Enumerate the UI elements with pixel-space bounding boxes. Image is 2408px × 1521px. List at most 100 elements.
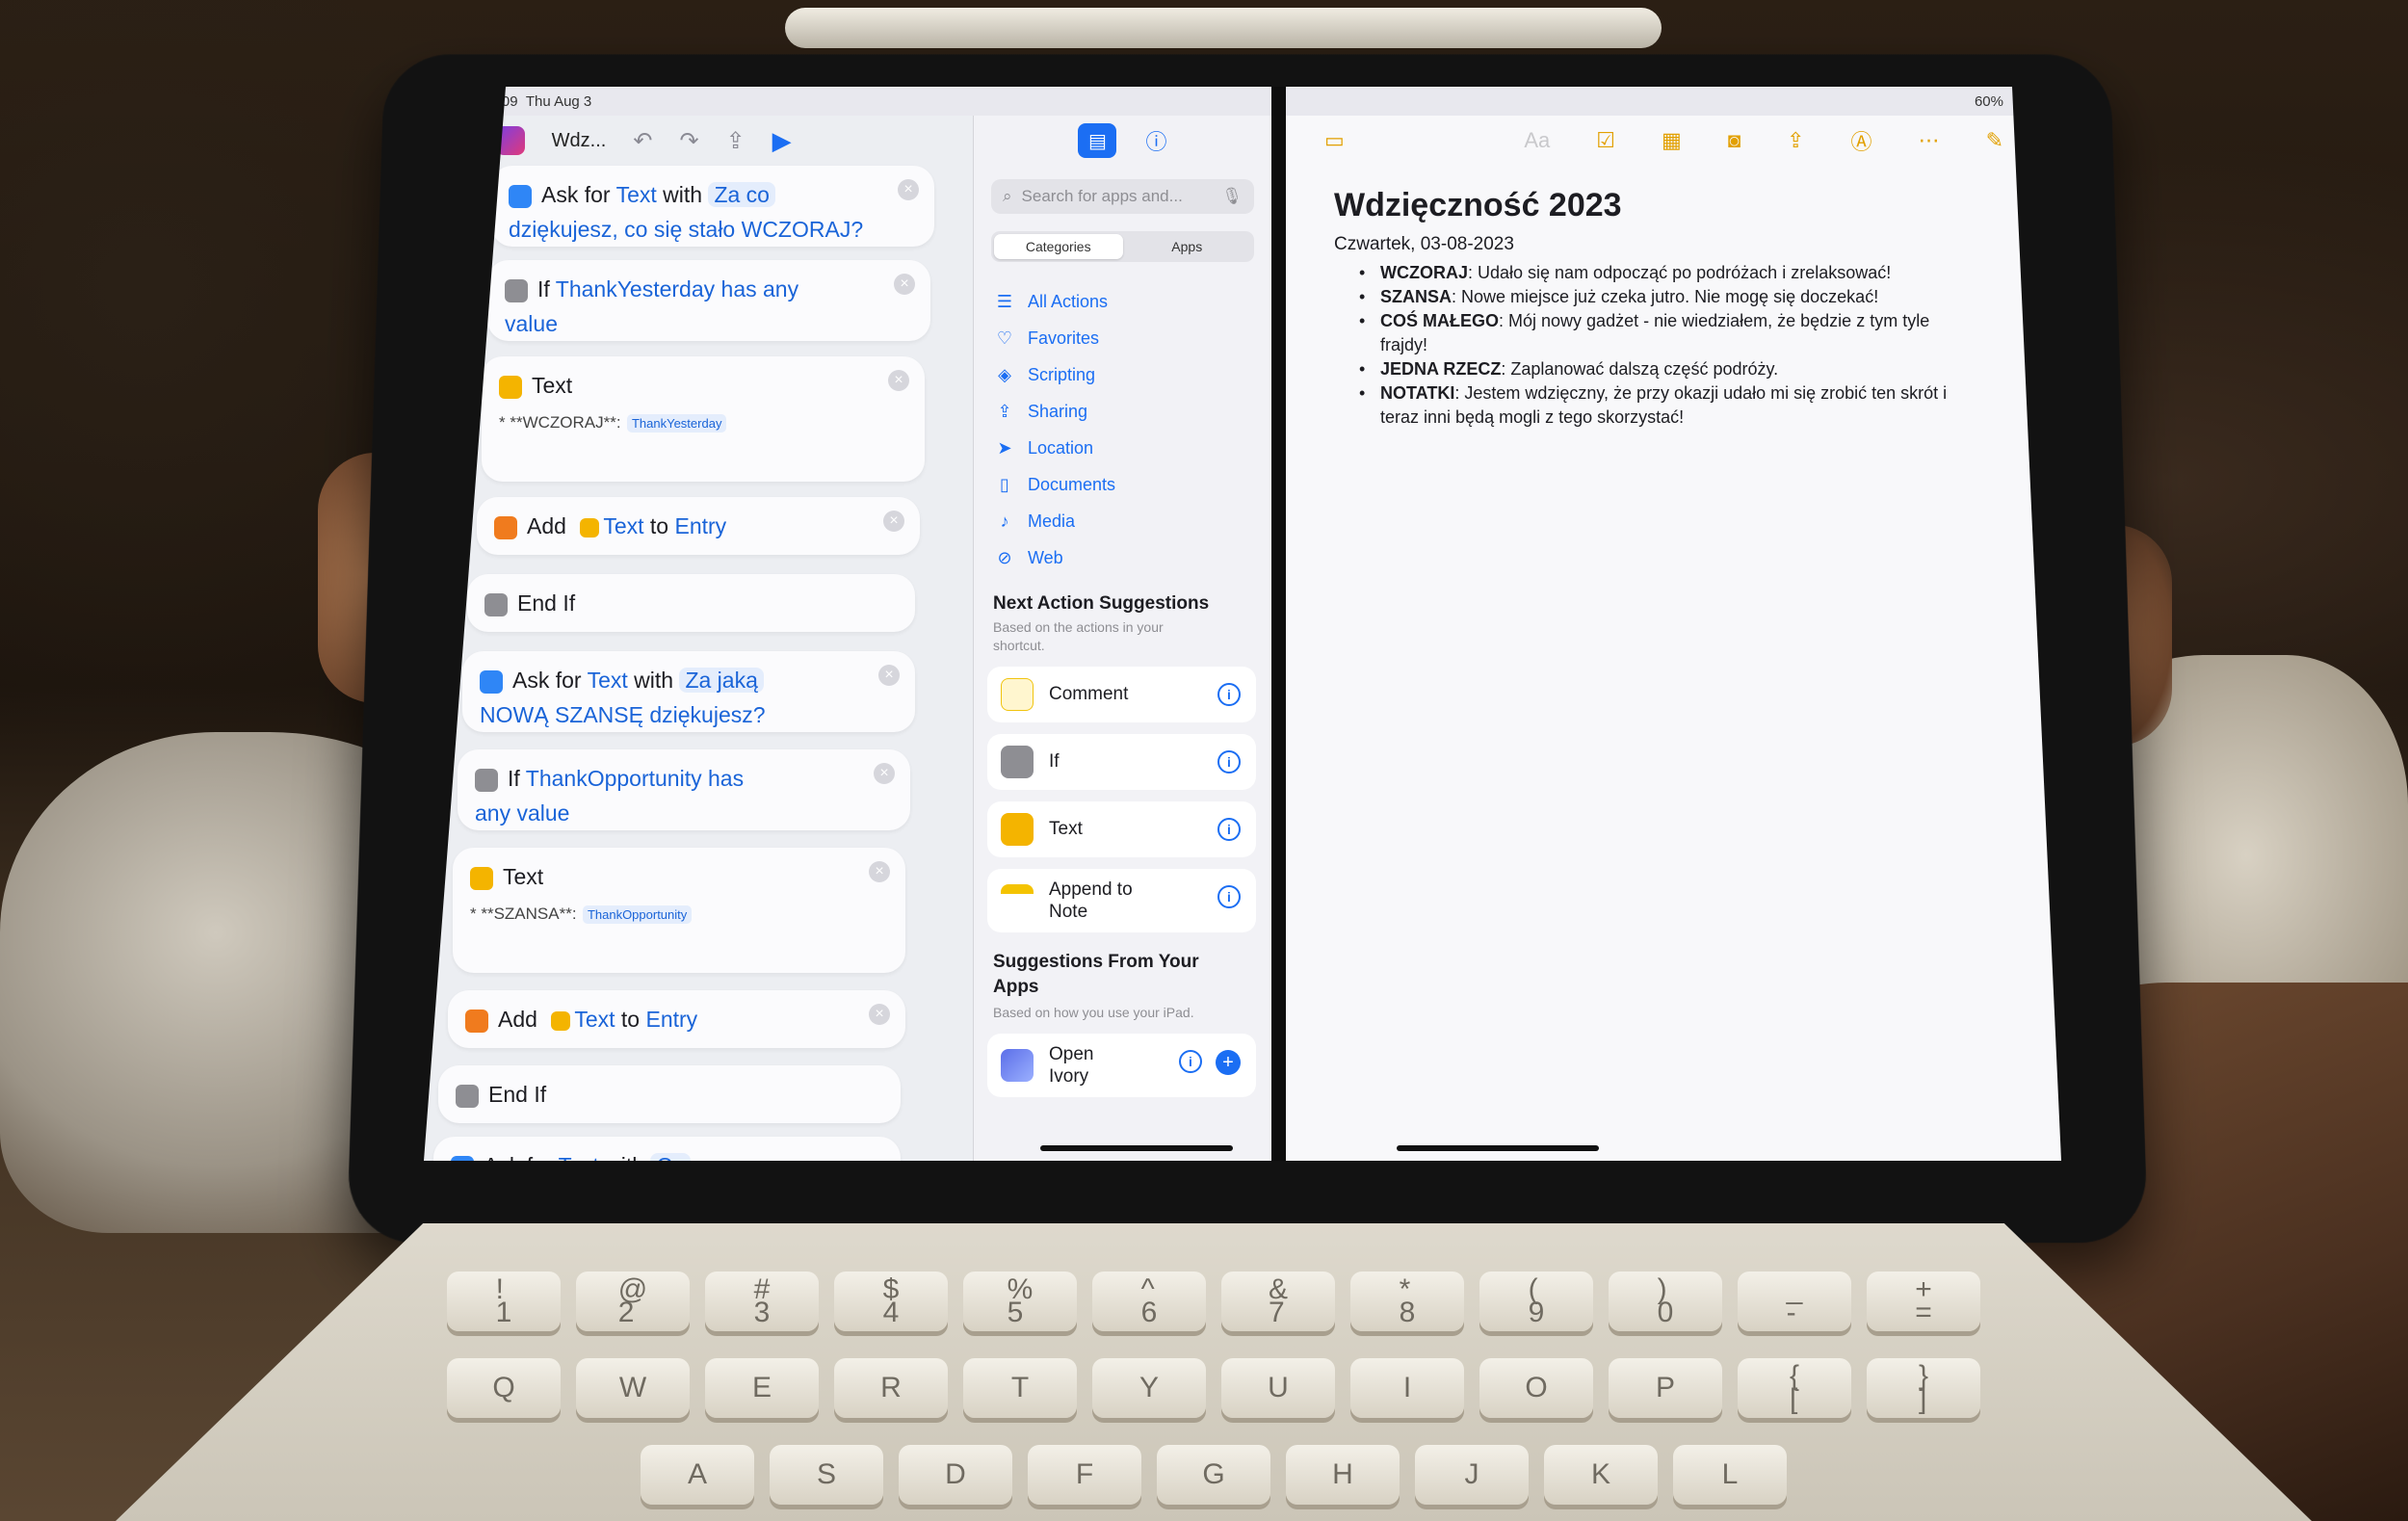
suggestion-if[interactable]: If i — [987, 734, 1256, 790]
remove-icon[interactable]: × — [869, 861, 890, 882]
share-icon[interactable]: ⇪ — [1787, 128, 1804, 153]
category-favorites[interactable]: ♡ Favorites — [995, 320, 1271, 356]
info-icon[interactable]: ⓘ — [1145, 125, 1166, 156]
key[interactable]: U — [1221, 1358, 1335, 1418]
category-all-actions[interactable]: ☰ All Actions — [995, 283, 1271, 320]
key[interactable]: + = — [1867, 1272, 1980, 1331]
remove-icon[interactable]: × — [898, 179, 919, 200]
key[interactable]: ( 9 — [1479, 1272, 1593, 1331]
variable-token[interactable]: ThankOpportunity — [582, 905, 693, 924]
segment-apps[interactable]: Apps — [1123, 234, 1252, 259]
add-to-variable-action-1[interactable]: Add Text to Entry × — [477, 497, 920, 555]
remove-icon[interactable]: × — [874, 763, 895, 784]
key[interactable]: O — [1479, 1358, 1593, 1418]
info-icon[interactable]: i — [1217, 818, 1241, 841]
redo-icon[interactable]: ↷ — [679, 127, 698, 155]
key[interactable]: _ - — [1738, 1272, 1851, 1331]
category-location[interactable]: ➤ Location — [995, 430, 1271, 466]
key[interactable]: W — [576, 1358, 690, 1418]
key[interactable]: H — [1286, 1445, 1400, 1505]
library-icon[interactable]: ▤ — [1078, 123, 1117, 158]
category-sharing[interactable]: ⇪ Sharing — [995, 393, 1271, 430]
key[interactable]: F — [1028, 1445, 1141, 1505]
variable-token[interactable]: ThankYesterday — [556, 276, 715, 302]
key[interactable]: R — [834, 1358, 948, 1418]
markup-icon[interactable]: Ⓐ — [1851, 125, 1872, 156]
key[interactable]: } ] — [1867, 1358, 1980, 1418]
note-bullet-list[interactable]: WCZORAJ: Udało się nam odpocząć po podró… — [1355, 261, 1972, 430]
key[interactable]: @ 2 — [576, 1272, 690, 1331]
segment-categories[interactable]: Categories — [994, 234, 1123, 259]
table-icon[interactable]: ▦ — [1662, 128, 1682, 153]
key[interactable]: L — [1673, 1445, 1787, 1505]
key[interactable]: ! 1 — [447, 1272, 561, 1331]
key[interactable]: # 3 — [705, 1272, 819, 1331]
key[interactable]: S — [770, 1445, 883, 1505]
key[interactable]: { [ — [1738, 1358, 1851, 1418]
suggestion-append-to-note[interactable]: Append to Note i — [987, 869, 1256, 932]
info-icon[interactable]: i — [1217, 683, 1241, 706]
variable-token[interactable]: ThankYesterday — [626, 414, 727, 433]
key[interactable]: A — [641, 1445, 754, 1505]
key[interactable]: ) 0 — [1609, 1272, 1722, 1331]
ask-for-action-2[interactable]: Ask for Text with Za jaką NOWĄ SZANSĘ dz… — [462, 651, 915, 732]
camera-icon[interactable]: ◙ — [1728, 128, 1741, 153]
suggestion-text[interactable]: Text i — [987, 801, 1256, 857]
category-media[interactable]: ♪ Media — [995, 503, 1271, 539]
undo-icon[interactable]: ↶ — [633, 127, 652, 155]
if-action-2[interactable]: If ThankOpportunity has any value × — [458, 749, 910, 830]
key[interactable]: J — [1415, 1445, 1529, 1505]
key[interactable]: & 7 — [1221, 1272, 1335, 1331]
category-web[interactable]: ⊘ Web — [995, 539, 1271, 576]
suggestion-open-ivory[interactable]: Open Ivory i + — [987, 1034, 1256, 1097]
key[interactable]: * 8 — [1350, 1272, 1464, 1331]
action-search-field[interactable]: ⌕ Search for apps and... 🎙 — [991, 179, 1254, 214]
microphone-icon[interactable]: 🎙 — [1221, 187, 1243, 206]
add-icon[interactable]: + — [1216, 1050, 1241, 1075]
key[interactable]: ^ 6 — [1092, 1272, 1206, 1331]
end-if-action-1[interactable]: End If — [467, 574, 915, 632]
ask-for-action-1[interactable]: Ask for Text with Za co dziękujesz, co s… — [491, 166, 934, 247]
end-if-action-2[interactable]: End If — [438, 1065, 901, 1123]
checklist-icon[interactable]: ☑ — [1596, 128, 1615, 153]
key[interactable]: T — [963, 1358, 1077, 1418]
remove-icon[interactable]: × — [869, 1004, 890, 1025]
info-icon[interactable]: i — [1217, 885, 1241, 908]
key[interactable]: D — [899, 1445, 1012, 1505]
more-icon[interactable]: ⋯ — [1919, 128, 1940, 153]
compose-icon[interactable]: ✎ — [1986, 128, 2003, 153]
info-icon[interactable]: i — [1217, 750, 1241, 774]
compass-icon: ⊘ — [997, 547, 1012, 567]
info-icon[interactable]: i — [1179, 1050, 1202, 1073]
variable-token[interactable]: ThankOpportunity — [526, 766, 702, 791]
sidebar-icon[interactable]: ▭ — [1324, 128, 1345, 153]
suggestion-comment[interactable]: Comment i — [987, 667, 1256, 722]
key[interactable]: $ 4 — [834, 1272, 948, 1331]
category-documents[interactable]: ▯ Documents — [995, 466, 1271, 503]
text-action-2[interactable]: Text * **SZANSA**: ThankOpportunity × — [453, 848, 905, 973]
category-scripting[interactable]: ◈ Scripting — [995, 356, 1271, 393]
note-date[interactable]: Czwartek, 03-08-2023 — [1334, 234, 2061, 255]
key[interactable]: % 5 — [963, 1272, 1077, 1331]
ask-for-action-3[interactable]: Ask for Text with Co — [433, 1137, 901, 1161]
remove-icon[interactable]: × — [878, 665, 900, 686]
key[interactable]: E — [705, 1358, 819, 1418]
share-icon[interactable]: ⇪ — [726, 127, 746, 155]
format-icon[interactable]: Aa — [1524, 128, 1550, 153]
text-action-1[interactable]: Text * **WCZORAJ**: ThankYesterday × — [482, 356, 925, 482]
add-to-variable-action-2[interactable]: Add Text to Entry × — [448, 990, 905, 1048]
key[interactable]: I — [1350, 1358, 1464, 1418]
remove-icon[interactable]: × — [883, 511, 904, 532]
play-button[interactable]: ▶ — [772, 126, 792, 156]
key[interactable]: Y — [1092, 1358, 1206, 1418]
split-view-divider[interactable] — [1271, 87, 1286, 1161]
remove-icon[interactable]: × — [894, 274, 915, 295]
note-title[interactable]: Wdzięczność 2023 — [1334, 187, 2061, 224]
key[interactable]: K — [1544, 1445, 1658, 1505]
remove-icon[interactable]: × — [888, 370, 909, 391]
shortcut-title[interactable]: Wdz... — [552, 130, 607, 152]
if-action-1[interactable]: If ThankYesterday has any value × — [487, 260, 930, 341]
key[interactable]: Q — [447, 1358, 561, 1418]
key[interactable]: G — [1157, 1445, 1270, 1505]
key[interactable]: P — [1609, 1358, 1722, 1418]
